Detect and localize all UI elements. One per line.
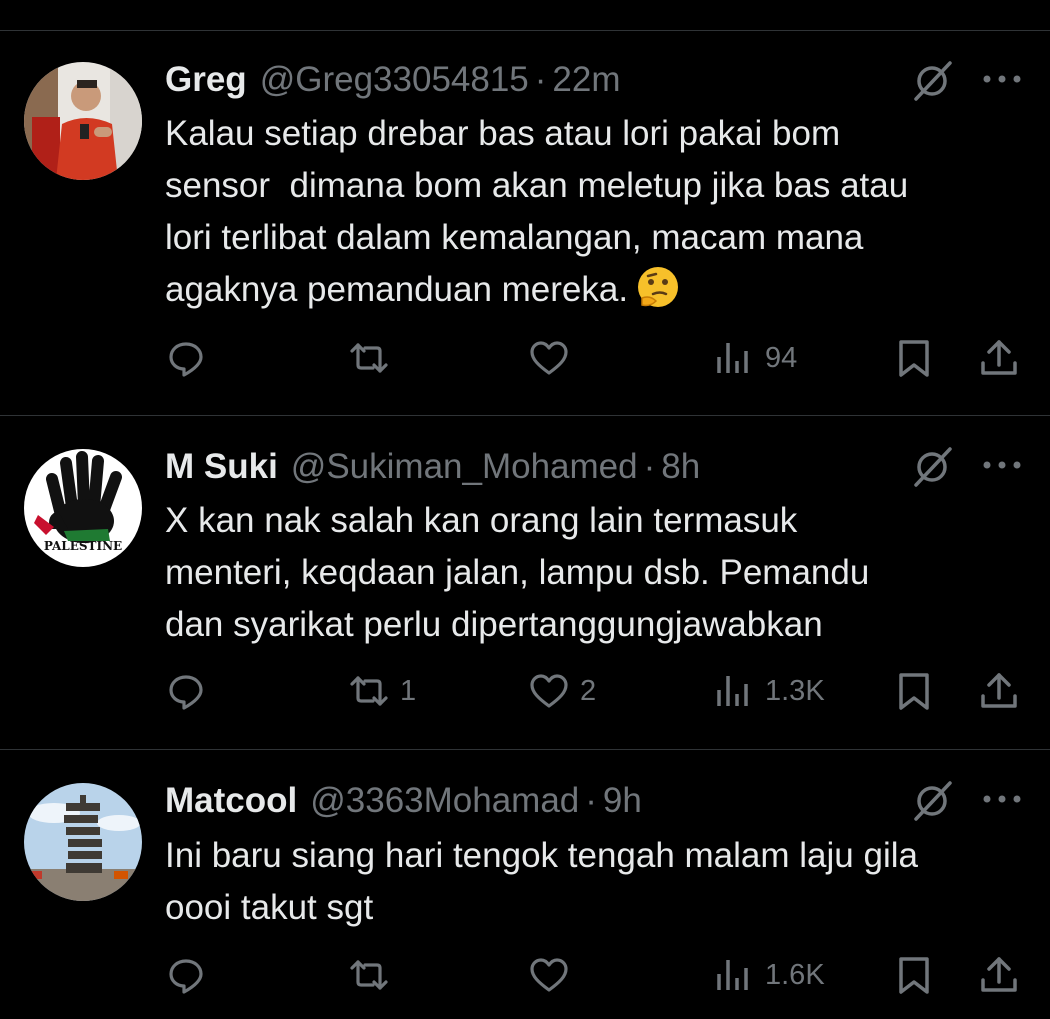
- grok-icon[interactable]: [910, 57, 956, 103]
- repost-icon: [350, 676, 388, 706]
- repost-button[interactable]: [348, 333, 400, 383]
- share-icon: [981, 340, 1017, 375]
- tweet-header: Matcool @3363Mohamad · 9h: [165, 781, 642, 821]
- like-button[interactable]: [528, 333, 580, 383]
- views-count: 1.6K: [765, 958, 825, 991]
- avatar-matcool[interactable]: [24, 783, 142, 901]
- reply-icon: [169, 342, 203, 377]
- grok-icon[interactable]: [910, 777, 956, 823]
- repost-count: 1: [400, 674, 417, 707]
- tweet-text: Kalau setiap drebar bas atau lori pakai …: [165, 108, 1025, 316]
- repost-icon: [350, 343, 388, 373]
- reply-icon: [169, 675, 203, 710]
- reply-button[interactable]: [165, 950, 217, 1000]
- reply-button[interactable]: [165, 666, 217, 716]
- timestamp[interactable]: 8h: [661, 447, 700, 487]
- tweet-text: Ini baru siang hari tengok tengah malam …: [165, 836, 918, 927]
- more-icon[interactable]: [980, 792, 1024, 806]
- views-count: 1.3K: [765, 674, 825, 707]
- tweet-header: M Suki @Sukiman_Mohamed · 8h: [165, 447, 700, 487]
- author-handle[interactable]: @Greg33054815: [260, 60, 529, 100]
- separator-dot: ·: [534, 60, 547, 99]
- share-icon: [981, 673, 1017, 708]
- separator-dot: ·: [643, 447, 656, 486]
- author-handle[interactable]: @3363Mohamad: [310, 781, 579, 821]
- views-button[interactable]: 1.6K: [713, 950, 825, 1000]
- more-icon[interactable]: [980, 72, 1024, 86]
- tweet-actions: 94: [0, 333, 1050, 383]
- author-handle[interactable]: @Sukiman_Mohamed: [291, 447, 638, 487]
- timestamp[interactable]: 22m: [552, 60, 620, 100]
- views-button[interactable]: 1.3K: [713, 666, 825, 716]
- tweet-divider: [0, 415, 1050, 416]
- share-icon: [981, 957, 1017, 992]
- share-button[interactable]: [978, 666, 1020, 716]
- avatar-text: PALESTINE: [44, 539, 122, 553]
- reply-icon: [169, 959, 203, 994]
- views-icon: [717, 960, 748, 990]
- share-button[interactable]: [978, 333, 1020, 383]
- avatar-greg[interactable]: [24, 62, 142, 180]
- avatar-m-suki[interactable]: PALESTINE: [24, 449, 142, 567]
- reply-button[interactable]: [165, 333, 217, 383]
- repost-button[interactable]: 1: [348, 666, 416, 716]
- share-button[interactable]: [978, 950, 1020, 1000]
- grok-icon[interactable]: [910, 443, 956, 489]
- author-name[interactable]: M Suki: [165, 447, 278, 487]
- tweet-text: X kan nak salah kan orang lain termasuk …: [165, 501, 870, 644]
- repost-button[interactable]: [348, 950, 400, 1000]
- timestamp[interactable]: 9h: [603, 781, 642, 821]
- tweet-actions: 1.6K: [0, 950, 1050, 1000]
- tweet-header: Greg @Greg33054815 · 22m: [165, 60, 621, 100]
- bookmark-icon: [899, 340, 929, 377]
- thinking-face-icon: [636, 265, 680, 309]
- views-count: 94: [765, 341, 798, 374]
- bookmark-button[interactable]: [893, 333, 935, 383]
- bookmark-button[interactable]: [893, 666, 935, 716]
- like-count: 2: [580, 674, 597, 707]
- views-button[interactable]: 94: [713, 333, 797, 383]
- separator-dot: ·: [585, 781, 597, 820]
- bookmark-icon: [899, 673, 929, 710]
- views-icon: [717, 676, 748, 706]
- repost-icon: [350, 960, 388, 990]
- like-icon: [530, 674, 568, 708]
- author-name[interactable]: Matcool: [165, 781, 297, 821]
- like-icon: [530, 341, 568, 375]
- tweet-actions: 1 2 1.3K: [0, 666, 1050, 716]
- like-icon: [530, 958, 568, 992]
- like-button[interactable]: 2: [528, 666, 596, 716]
- author-name[interactable]: Greg: [165, 60, 247, 100]
- bookmark-icon: [899, 957, 929, 994]
- views-icon: [717, 343, 748, 373]
- tweet-divider: [0, 749, 1050, 750]
- tweet-text-content: Kalau setiap drebar bas atau lori pakai …: [165, 114, 909, 309]
- top-divider: [0, 30, 1050, 31]
- more-icon[interactable]: [980, 458, 1024, 472]
- like-button[interactable]: [528, 950, 580, 1000]
- bookmark-button[interactable]: [893, 950, 935, 1000]
